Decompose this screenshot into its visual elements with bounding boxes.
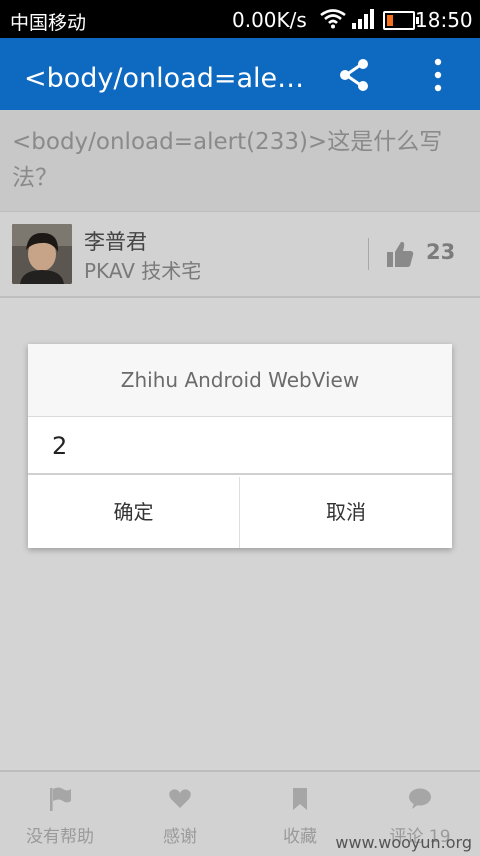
dialog-title: Zhihu Android WebView [28, 344, 452, 417]
ok-button[interactable]: 确定 [28, 477, 239, 548]
prompt-dialog: Zhihu Android WebView 2 确定 取消 [28, 344, 452, 548]
bookmark-icon [293, 788, 307, 810]
nav-label: 没有帮助 [26, 827, 94, 847]
flag-icon [50, 787, 71, 811]
network-speed: 0.00K/s [232, 8, 307, 32]
author-name: 李普君 [84, 230, 147, 254]
question-header[interactable]: <body/onload=alert(233)>这是什么写法？ [0, 110, 480, 212]
author-row[interactable]: 李普君 PKAV 技术宅 23 [0, 212, 480, 298]
dialog-input[interactable]: 2 [28, 417, 452, 475]
heart-icon [169, 789, 191, 808]
author-bio: PKAV 技术宅 [84, 259, 202, 283]
more-vertical-icon[interactable] [426, 56, 450, 94]
nav-thanks[interactable]: 感谢 [120, 772, 240, 856]
page-title: <body/onload=alert(233)>这是什么写法？ [24, 63, 310, 94]
carrier-name: 中国移动 [10, 12, 87, 34]
thumbs-up-icon[interactable] [386, 239, 414, 269]
status-bar: 中国移动 0.00K/s 18:50 [0, 0, 480, 38]
divider [368, 238, 369, 270]
watermark: www.wooyun.org [335, 833, 472, 852]
nav-label: 感谢 [163, 827, 197, 847]
question-title: <body/onload=alert(233)>这是什么写法？ [12, 129, 443, 191]
share-icon[interactable] [336, 56, 374, 94]
avatar[interactable] [12, 224, 72, 284]
comment-icon [409, 788, 431, 809]
app-bar: <body/onload=alert(233)>这是什么写法？ [0, 38, 480, 110]
wifi-icon [320, 9, 346, 29]
nav-no-help[interactable]: 没有帮助 [0, 772, 120, 856]
like-count: 23 [426, 240, 456, 264]
battery-icon [383, 11, 419, 30]
signal-icon [352, 9, 374, 29]
clock: 18:50 [415, 8, 473, 32]
cancel-button[interactable]: 取消 [240, 477, 452, 548]
